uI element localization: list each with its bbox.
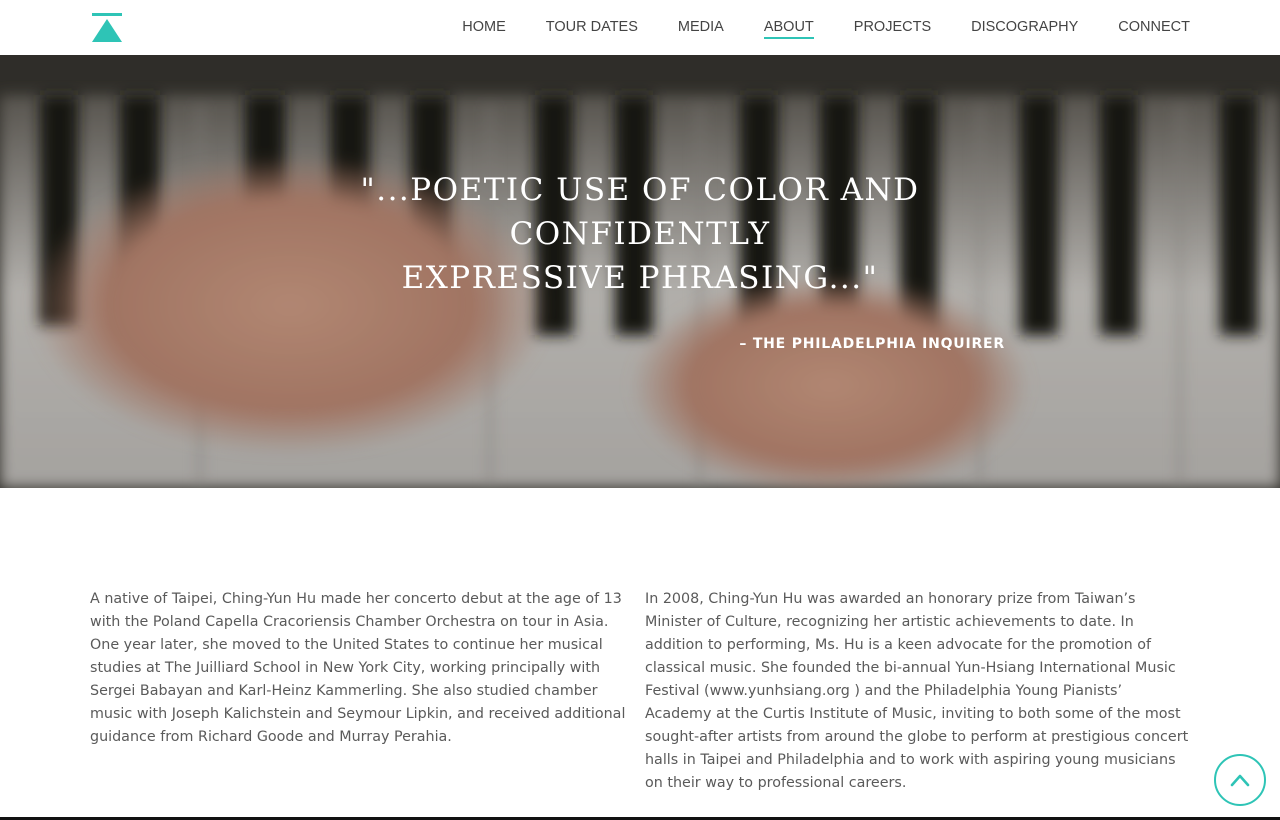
nav-item-about[interactable]: ABOUT: [763, 0, 814, 55]
hero-banner: "...poetic use of color and confidently …: [0, 55, 1280, 488]
nav-item-home[interactable]: HOME: [462, 0, 506, 55]
about-paragraph-right: In 2008, Ching-Yun Hu was awarded an hon…: [645, 591, 1189, 791]
nav-item-connect[interactable]: CONNECT: [1118, 0, 1190, 55]
about-paragraph-left: A native of Taipei, Ching-Yun Hu made he…: [90, 591, 626, 745]
about-section: A native of Taipei, Ching-Yun Hu made he…: [90, 588, 1190, 795]
scroll-to-top-button[interactable]: [1214, 754, 1266, 806]
triangle-logo-icon[interactable]: [92, 13, 122, 42]
main-nav: HOME TOUR DATES MEDIA ABOUT PROJECTS DIS…: [422, 0, 1190, 55]
hero-quote-attribution: – The Philadelphia Inquirer: [739, 336, 1005, 352]
hero-quote: "...poetic use of color and confidently …: [240, 168, 1040, 300]
nav-item-discography[interactable]: DISCOGRAPHY: [971, 0, 1078, 55]
hero-quote-line1: "...poetic use of color and confidently: [360, 172, 920, 252]
hero-quote-line2: expressive phrasing...": [401, 260, 879, 296]
site-header: HOME TOUR DATES MEDIA ABOUT PROJECTS DIS…: [0, 0, 1280, 55]
nav-item-projects[interactable]: PROJECTS: [854, 0, 931, 55]
chevron-up-icon: [1230, 774, 1250, 787]
nav-item-tour-dates[interactable]: TOUR DATES: [546, 0, 638, 55]
nav-item-media[interactable]: MEDIA: [678, 0, 724, 55]
